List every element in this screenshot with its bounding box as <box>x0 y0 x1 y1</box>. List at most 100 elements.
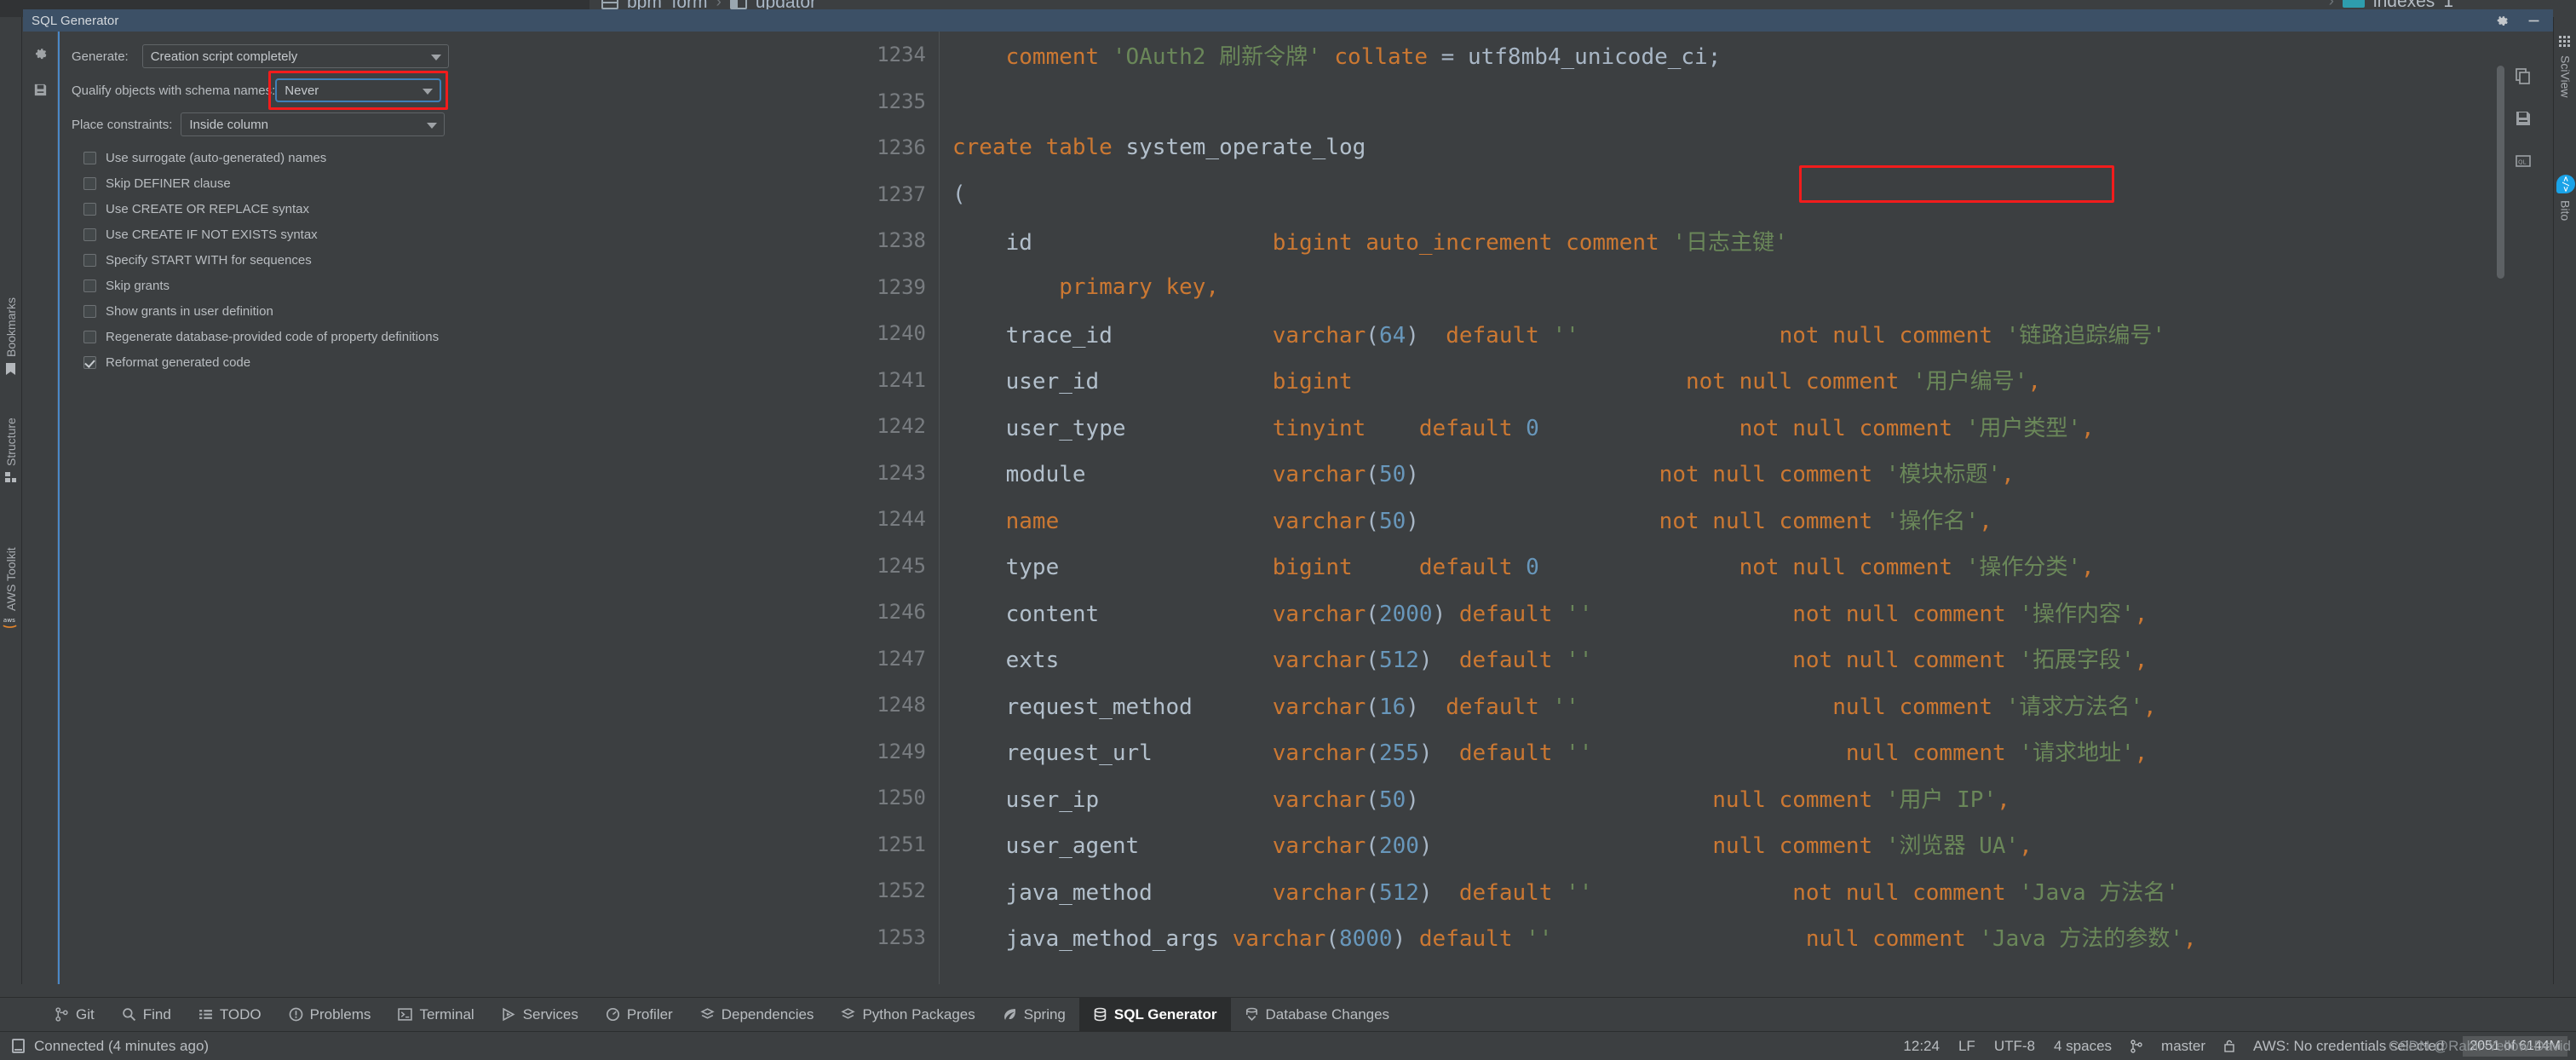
code-tokens: id bigint auto_increment comment '日志主键' <box>952 225 1788 256</box>
checkbox-row[interactable]: Reformat generated code <box>72 355 875 370</box>
bottom-tab-terminal[interactable]: Terminal <box>384 998 487 1032</box>
checkbox-row[interactable]: Skip DEFINER clause <box>72 176 875 191</box>
qualify-row: Qualify objects with schema names: Never <box>72 76 875 105</box>
database-icon <box>1093 1007 1107 1022</box>
checkbox-row[interactable]: Use CREATE OR REPLACE syntax <box>72 202 875 216</box>
code-line[interactable]: 1253 java_method_args varchar(8000) defa… <box>940 914 2554 961</box>
chevron-down-icon <box>427 123 437 129</box>
connection-status[interactable]: Connected (4 minutes ago) <box>34 1038 209 1055</box>
checkbox-input[interactable] <box>83 279 96 292</box>
code-content[interactable]: 1234 comment 'OAuth2 刷新令牌' collate = utf… <box>940 32 2554 984</box>
checkbox-row[interactable]: Show grants in user definition <box>72 304 875 319</box>
code-line[interactable]: 1249 request_url varchar(255) default ''… <box>940 729 2554 775</box>
query-language-icon[interactable]: QL <box>2515 153 2532 170</box>
checkbox-input[interactable] <box>83 177 96 190</box>
bottom-tab-services[interactable]: Services <box>488 998 592 1032</box>
checkbox-input[interactable] <box>83 305 96 318</box>
code-line[interactable]: 1252 java_method varchar(512) default ''… <box>940 867 2554 914</box>
editor-scrollbar[interactable] <box>2497 66 2504 279</box>
code-line[interactable]: 1245 type bigint default 0 not null comm… <box>940 543 2554 590</box>
checkbox-row[interactable]: Use surrogate (auto-generated) names <box>72 151 875 165</box>
sidebar-item-bookmarks[interactable]: Bookmarks <box>0 268 22 375</box>
status-left: Connected (4 minutes ago) <box>0 1038 209 1055</box>
place-constraints-row: Place constraints: Inside column <box>72 110 875 139</box>
cursor-position[interactable]: 12:24 <box>1903 1038 1940 1055</box>
sidebar-item-structure[interactable]: Structure <box>0 392 22 482</box>
code-line[interactable]: 1247 exts varchar(512) default '' not nu… <box>940 636 2554 683</box>
bottom-tab-label: Profiler <box>627 1006 673 1023</box>
checkbox-row[interactable]: Skip grants <box>72 279 875 293</box>
checkbox-input[interactable] <box>83 203 96 216</box>
bottom-tab-label: Services <box>523 1006 578 1023</box>
bottom-tab-find[interactable]: Find <box>108 998 185 1032</box>
code-line[interactable]: 1250 user_ip varchar(50) null comment '用… <box>940 775 2554 821</box>
code-tokens: ( <box>952 181 966 207</box>
line-number: 1250 <box>875 786 926 809</box>
lock-icon[interactable] <box>2224 1040 2234 1052</box>
code-line[interactable]: 1238 id bigint auto_increment comment '日… <box>940 217 2554 264</box>
bottom-tab-profiler[interactable]: Profiler <box>592 998 687 1032</box>
code-line[interactable]: 1242 user_type tinyint default 0 not nul… <box>940 403 2554 450</box>
bottom-tab-spring[interactable]: Spring <box>989 998 1079 1032</box>
copy-icon[interactable] <box>2515 67 2532 84</box>
save-icon[interactable] <box>2515 110 2532 127</box>
line-number: 1238 <box>875 228 926 252</box>
generate-select[interactable]: Creation script completely <box>142 44 449 68</box>
bottom-tab-label: Database Changes <box>1266 1006 1390 1023</box>
checkbox-row[interactable]: Use CREATE IF NOT EXISTS syntax <box>72 228 875 242</box>
warning-icon <box>289 1007 303 1022</box>
code-line[interactable]: 1240 trace_id varchar(64) default '' not… <box>940 310 2554 357</box>
bito-code-icon: </> <box>2556 175 2575 193</box>
sidebar-item-label-structure: Structure <box>4 418 18 466</box>
code-line[interactable]: 1251 user_agent varchar(200) null commen… <box>940 821 2554 868</box>
bottom-tab-database-changes[interactable]: Database Changes <box>1231 998 1404 1032</box>
watermark-text: CSDN @Rabir-Yellow-David <box>2389 1038 2571 1055</box>
code-line[interactable]: 1241 user_id bigint not null comment '用户… <box>940 357 2554 404</box>
sidebar-item-label-aws: AWS Toolkit <box>4 547 18 611</box>
code-line[interactable]: 1236create table system_operate_log <box>940 124 2554 171</box>
qualify-schema-select[interactable]: Never <box>275 78 441 102</box>
ide-window: bpm_form › updator › indexes 1 SQL Gener… <box>0 0 2576 1060</box>
code-tokens: name varchar(50) not null comment '操作名', <box>952 504 1992 535</box>
place-constraints-select[interactable]: Inside column <box>181 112 445 136</box>
checkbox-input[interactable] <box>83 356 96 369</box>
settings-gear-icon[interactable] <box>32 45 49 61</box>
sql-generator-header: SQL Generator <box>23 9 2553 32</box>
checkbox-row[interactable]: Regenerate database-provided code of pro… <box>72 330 875 344</box>
sidebar-item-bito[interactable]: </> Bito <box>2554 175 2576 243</box>
file-encoding[interactable]: UTF-8 <box>1994 1038 2035 1055</box>
bottom-tab-git[interactable]: Git <box>41 998 108 1032</box>
code-line[interactable]: 1235 <box>940 78 2554 125</box>
code-line[interactable]: 1234 comment 'OAuth2 刷新令牌' collate = utf… <box>940 32 2554 78</box>
sidebar-item-aws-toolkit[interactable]: AWS Toolkit <box>0 498 22 611</box>
code-tokens: create table system_operate_log <box>952 135 1366 160</box>
checkbox-input[interactable] <box>83 254 96 267</box>
bottom-tab-todo[interactable]: TODO <box>185 998 275 1032</box>
checkbox-input[interactable] <box>83 228 96 241</box>
checkbox-row[interactable]: Specify START WITH for sequences <box>72 253 875 268</box>
bottom-tab-sql-generator[interactable]: SQL Generator <box>1079 998 1231 1032</box>
git-branch-name[interactable]: master <box>2161 1038 2205 1055</box>
save-disk-icon[interactable] <box>32 82 49 98</box>
checkbox-input[interactable] <box>83 152 96 164</box>
minimize-icon[interactable] <box>2527 14 2541 28</box>
checkbox-label: Regenerate database-provided code of pro… <box>106 330 439 344</box>
code-line[interactable]: 1243 module varchar(50) not null comment… <box>940 450 2554 497</box>
bottom-tab-problems[interactable]: Problems <box>275 998 385 1032</box>
sql-preview-editor[interactable]: 1234 comment 'OAuth2 刷新令牌' collate = utf… <box>875 32 2554 984</box>
layers-icon <box>700 1007 715 1022</box>
checkbox-input[interactable] <box>83 331 96 343</box>
line-separator[interactable]: LF <box>1958 1038 1975 1055</box>
bottom-tab-dependencies[interactable]: Dependencies <box>687 998 828 1032</box>
indent-setting[interactable]: 4 spaces <box>2054 1038 2112 1055</box>
bottom-tab-python-packages[interactable]: Python Packages <box>827 998 988 1032</box>
code-line[interactable]: 1244 name varchar(50) not null comment '… <box>940 496 2554 543</box>
checkbox-label: Reformat generated code <box>106 355 250 370</box>
code-line[interactable]: 1246 content varchar(2000) default '' no… <box>940 589 2554 636</box>
right-tool-sidebar: SciView </> Bito <box>2553 17 2576 984</box>
code-line[interactable]: 1237( <box>940 171 2554 218</box>
code-line[interactable]: 1248 request_method varchar(16) default … <box>940 682 2554 729</box>
code-line[interactable]: 1239 primary key, <box>940 264 2554 311</box>
sidebar-item-sciview[interactable]: SciView <box>2554 36 2576 136</box>
gear-icon[interactable] <box>2495 14 2510 28</box>
